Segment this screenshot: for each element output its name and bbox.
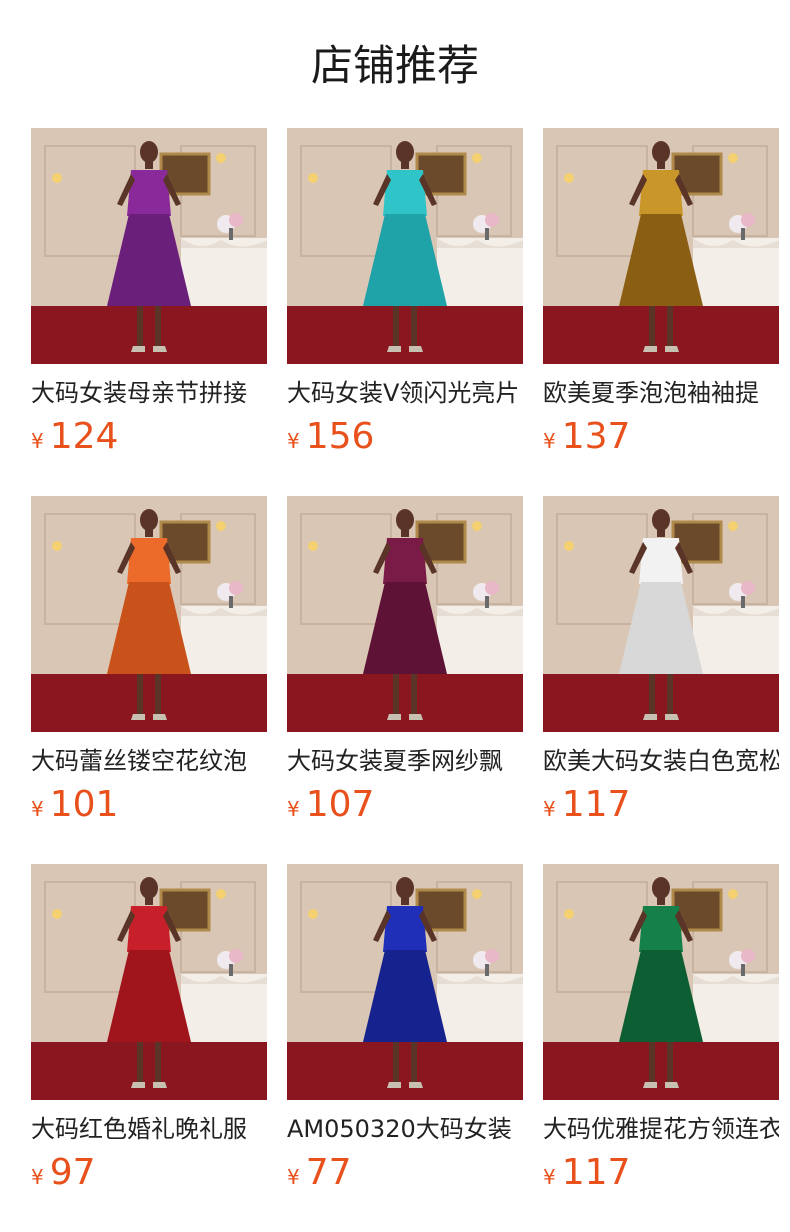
currency-symbol: ¥ xyxy=(287,1165,300,1189)
product-card-5[interactable]: 大码女装夏季网纱飘 ¥107 xyxy=(287,496,523,864)
product-price: ¥156 xyxy=(287,414,523,460)
product-image[interactable] xyxy=(31,864,267,1100)
product-image[interactable] xyxy=(31,496,267,732)
product-image[interactable] xyxy=(31,128,267,364)
product-price: ¥117 xyxy=(543,782,779,828)
product-card-6[interactable]: 欧美大码女装白色宽松 ¥117 xyxy=(543,496,779,864)
dress-photo-icon xyxy=(31,864,267,1100)
product-card-1[interactable]: 大码女装母亲节拼接 ¥124 xyxy=(31,128,267,496)
dress-photo-icon xyxy=(543,496,779,732)
product-image[interactable] xyxy=(287,128,523,364)
product-card-3[interactable]: 欧美夏季泡泡袖袖提 ¥137 xyxy=(543,128,779,496)
product-price: ¥137 xyxy=(543,414,779,460)
currency-symbol: ¥ xyxy=(31,797,44,821)
currency-symbol: ¥ xyxy=(31,1165,44,1189)
price-value: 137 xyxy=(561,416,631,457)
product-price: ¥117 xyxy=(543,1150,779,1196)
price-value: 124 xyxy=(49,416,119,457)
product-name[interactable]: AM050320大码女装 xyxy=(287,1112,523,1146)
dress-photo-icon xyxy=(31,496,267,732)
product-name[interactable]: 大码红色婚礼晚礼服 xyxy=(31,1112,267,1146)
page-title: 店铺推荐 xyxy=(310,41,479,90)
product-name[interactable]: 欧美夏季泡泡袖袖提 xyxy=(543,376,779,410)
dress-photo-icon xyxy=(543,128,779,364)
product-image[interactable] xyxy=(543,496,779,732)
product-card-8[interactable]: AM050320大码女装 ¥77 xyxy=(287,864,523,1232)
product-image[interactable] xyxy=(543,864,779,1100)
currency-symbol: ¥ xyxy=(543,1165,556,1189)
product-image[interactable] xyxy=(287,864,523,1100)
store-recommendations-page: 店铺推荐 大码女装母亲节拼接 ¥ 124 大码女装V领闪光亮片 ¥ 156 欧美… xyxy=(0,0,790,1232)
price-value: 156 xyxy=(305,416,375,457)
product-name[interactable]: 大码优雅提花方领连衣 xyxy=(543,1112,779,1146)
product-grid: 大码女装母亲节拼接 ¥124 大码女装V领闪光亮片 ¥ 156 欧美夏季泡泡袖袖… xyxy=(31,128,779,1232)
product-name[interactable]: 大码女装夏季网纱飘 xyxy=(287,744,523,778)
price-value: 107 xyxy=(305,784,375,825)
dress-photo-icon xyxy=(287,496,523,732)
price-value: 117 xyxy=(561,784,631,825)
product-name[interactable]: 大码女装母亲节拼接 xyxy=(31,376,267,410)
product-card-7[interactable]: 大码红色婚礼晚礼服 ¥97 xyxy=(31,864,267,1232)
product-card-2[interactable]: 大码女装V领闪光亮片 ¥156 xyxy=(287,128,523,496)
product-price: ¥101 xyxy=(31,782,267,828)
product-price: ¥124 xyxy=(31,414,267,460)
product-price: ¥107 xyxy=(287,782,523,828)
product-name[interactable]: 大码女装V领闪光亮片 xyxy=(287,376,523,410)
product-price: ¥97 xyxy=(31,1150,267,1196)
dress-photo-icon xyxy=(287,864,523,1100)
dress-photo-icon xyxy=(543,864,779,1100)
product-price: ¥77 xyxy=(287,1150,523,1196)
product-image[interactable] xyxy=(543,128,779,364)
dress-photo-icon xyxy=(31,128,267,364)
product-image[interactable] xyxy=(287,496,523,732)
product-card-9[interactable]: 大码优雅提花方领连衣 ¥117 xyxy=(543,864,779,1232)
currency-symbol: ¥ xyxy=(287,797,300,821)
currency-symbol: ¥ xyxy=(31,429,44,453)
price-value: 97 xyxy=(49,1152,96,1193)
price-value: 101 xyxy=(49,784,119,825)
currency-symbol: ¥ xyxy=(543,797,556,821)
dress-photo-icon xyxy=(287,128,523,364)
currency-symbol: ¥ xyxy=(543,429,556,453)
currency-symbol: ¥ xyxy=(287,429,300,453)
price-value: 117 xyxy=(561,1152,631,1193)
price-value: 77 xyxy=(305,1152,352,1193)
product-name[interactable]: 欧美大码女装白色宽松 xyxy=(543,744,779,778)
product-name[interactable]: 大码蕾丝镂空花纹泡 xyxy=(31,744,267,778)
product-card-4[interactable]: 大码蕾丝镂空花纹泡 ¥101 xyxy=(31,496,267,864)
